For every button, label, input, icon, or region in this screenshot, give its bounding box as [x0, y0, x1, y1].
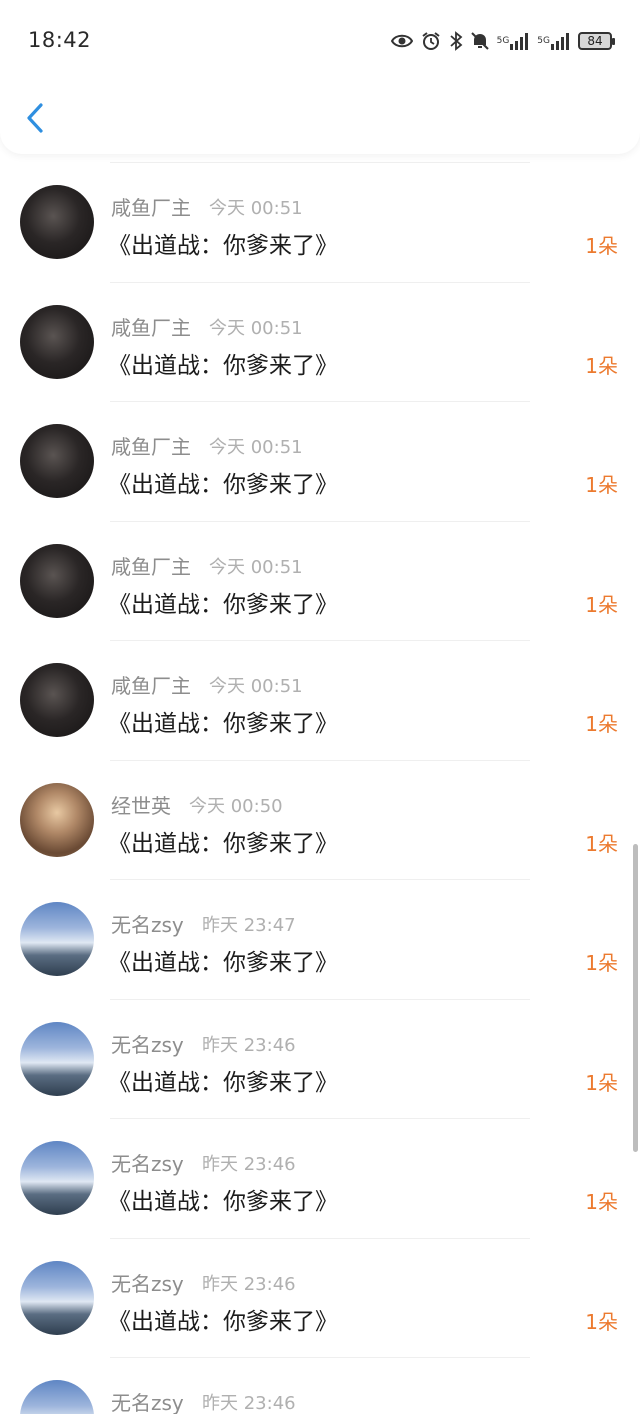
timestamp: 昨天 23:46 [202, 1393, 296, 1414]
work-title: 《出道战：你爹来了》 [108, 591, 338, 618]
header: 18:42 5G 5G 84 [0, 0, 640, 154]
work-title: 《出道战：你爹来了》 [108, 233, 338, 259]
signal-icon-1: 5G [497, 32, 530, 50]
screen: 18:42 5G 5G 84 咸鱼厂主 今天 00:51 《出道战：你爹来了》 … [0, 0, 640, 1414]
alarm-icon [421, 31, 441, 51]
timestamp: 昨天 23:46 [202, 1154, 296, 1175]
back-button[interactable] [18, 96, 52, 140]
list-item[interactable]: 无名zsy 昨天 23:46 [0, 1357, 640, 1414]
user-name[interactable]: 无名zsy [111, 1268, 184, 1297]
list-item[interactable]: 咸鱼厂主 今天 00:51 《出道战：你爹来了》 1朵 [0, 520, 640, 641]
work-title: 《出道战：你爹来了》 [108, 830, 338, 857]
work-title: 《出道战：你爹来了》 [108, 711, 338, 737]
timestamp: 今天 00:51 [209, 676, 303, 697]
eye-icon [390, 33, 413, 49]
user-name[interactable]: 咸鱼厂主 [111, 670, 191, 699]
list-item[interactable]: 无名zsy 昨天 23:46 《出道战：你爹来了》 1朵 [0, 998, 640, 1119]
gift-count: 1朵 [585, 951, 618, 975]
avatar[interactable] [20, 424, 94, 498]
user-name[interactable]: 无名zsy [111, 1029, 184, 1058]
divider [110, 1357, 530, 1358]
timestamp: 昨天 23:46 [202, 1034, 296, 1056]
user-name[interactable]: 咸鱼厂主 [111, 312, 191, 341]
user-name[interactable]: 咸鱼厂主 [111, 431, 191, 460]
status-time: 18:42 [28, 28, 92, 52]
user-name[interactable]: 无名zsy [111, 1148, 184, 1177]
user-name[interactable]: 无名zsy [111, 909, 184, 938]
divider [110, 520, 530, 522]
timestamp: 昨天 23:46 [202, 1273, 296, 1295]
signal-icon-2: 5G [537, 32, 570, 50]
gift-count: 1朵 [585, 831, 618, 856]
battery-icon: 84 [578, 32, 615, 50]
chevron-left-icon [27, 103, 43, 133]
gift-count: 1朵 [585, 1309, 618, 1334]
divider [110, 1118, 530, 1119]
gift-count: 1朵 [585, 712, 618, 736]
divider [110, 162, 530, 163]
user-name[interactable]: 经世英 [111, 790, 171, 819]
list-item[interactable]: 咸鱼厂主 今天 00:51 《出道战：你爹来了》 1朵 [0, 401, 640, 521]
timestamp: 今天 00:51 [209, 556, 303, 578]
avatar[interactable] [20, 663, 94, 737]
avatar[interactable] [20, 1260, 94, 1335]
avatar[interactable] [20, 304, 94, 379]
work-title: 《出道战：你爹来了》 [108, 1069, 338, 1096]
gift-count: 1朵 [585, 353, 618, 378]
user-name[interactable]: 咸鱼厂主 [111, 192, 191, 221]
gift-count: 1朵 [585, 1070, 618, 1095]
timestamp: 今天 00:51 [209, 317, 303, 339]
list-item[interactable]: 无名zsy 昨天 23:46 《出道战：你爹来了》 1朵 [0, 1237, 640, 1358]
list-item[interactable]: 咸鱼厂主 今天 00:51 《出道战：你爹来了》 1朵 [0, 640, 640, 760]
divider [110, 1237, 530, 1239]
list-item[interactable]: 咸鱼厂主 今天 00:51 《出道战：你爹来了》 1朵 [0, 162, 640, 282]
divider [110, 281, 530, 283]
list-item[interactable]: 咸鱼厂主 今天 00:51 《出道战：你爹来了》 1朵 [0, 281, 640, 402]
work-title: 《出道战：你爹来了》 [108, 472, 338, 498]
bluetooth-icon [449, 31, 463, 51]
divider [110, 401, 530, 402]
work-title: 《出道战：你爹来了》 [108, 950, 338, 976]
gift-list: 咸鱼厂主 今天 00:51 《出道战：你爹来了》 1朵 咸鱼厂主 今天 00:51 《出道战… [0, 162, 640, 1414]
timestamp: 昨天 23:47 [202, 915, 296, 936]
timestamp: 今天 00:50 [189, 795, 283, 817]
avatar[interactable] [20, 1380, 94, 1414]
timestamp: 今天 00:51 [209, 198, 303, 219]
divider [110, 640, 530, 641]
work-title: 《出道战：你爹来了》 [108, 1308, 338, 1335]
divider [110, 998, 530, 1000]
work-title: 《出道战：你爹来了》 [108, 1189, 338, 1215]
timestamp: 今天 00:51 [209, 437, 303, 458]
gift-count: 1朵 [585, 473, 618, 497]
avatar[interactable] [20, 1021, 94, 1096]
gift-count: 1朵 [585, 234, 618, 258]
avatar[interactable] [20, 1141, 94, 1215]
avatar[interactable] [20, 782, 94, 857]
gift-count: 1朵 [585, 1190, 618, 1214]
list-item[interactable]: 经世英 今天 00:50 《出道战：你爹来了》 1朵 [0, 759, 640, 880]
work-title: 《出道战：你爹来了》 [108, 352, 338, 379]
user-name[interactable]: 咸鱼厂主 [111, 551, 191, 580]
list-item[interactable]: 无名zsy 昨天 23:46 《出道战：你爹来了》 1朵 [0, 1118, 640, 1238]
divider [110, 759, 530, 761]
mute-bell-icon [470, 31, 489, 51]
list-item[interactable]: 无名zsy 昨天 23:47 《出道战：你爹来了》 1朵 [0, 879, 640, 999]
avatar[interactable] [20, 185, 94, 259]
avatar[interactable] [20, 902, 94, 976]
scrollbar[interactable] [633, 844, 638, 1152]
user-name[interactable]: 无名zsy [111, 1387, 184, 1414]
avatar[interactable] [20, 543, 94, 618]
gift-count: 1朵 [585, 592, 618, 617]
divider [110, 879, 530, 880]
status-icons: 5G 5G 84 [390, 28, 615, 54]
